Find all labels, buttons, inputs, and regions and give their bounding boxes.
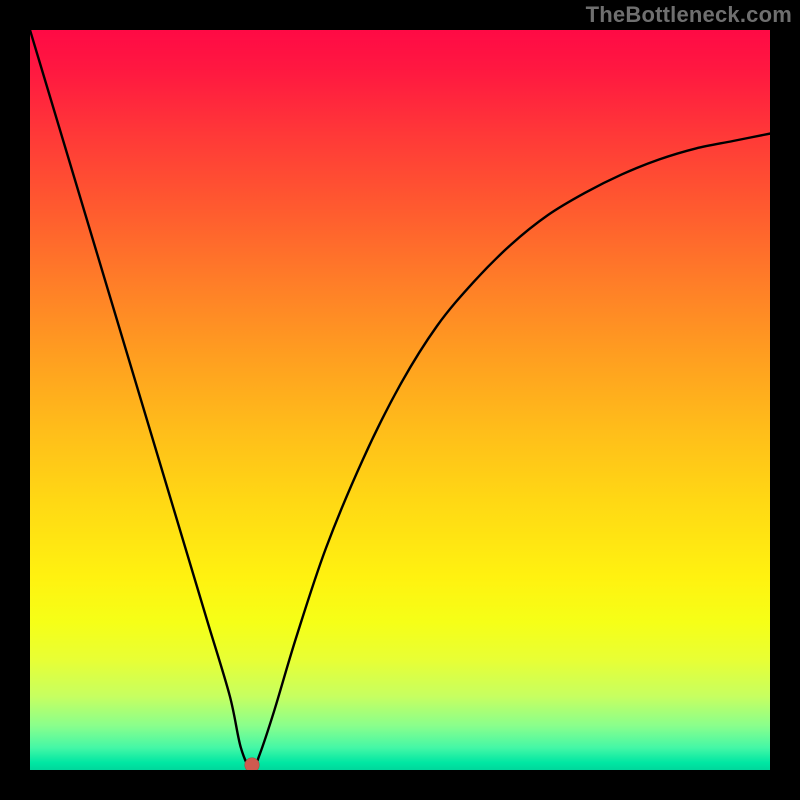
plot-area bbox=[30, 30, 770, 770]
bottleneck-curve bbox=[30, 30, 770, 770]
chart-frame: TheBottleneck.com bbox=[0, 0, 800, 800]
optimal-point-marker bbox=[245, 758, 260, 771]
watermark-text: TheBottleneck.com bbox=[586, 2, 792, 28]
curve-path bbox=[30, 30, 770, 770]
